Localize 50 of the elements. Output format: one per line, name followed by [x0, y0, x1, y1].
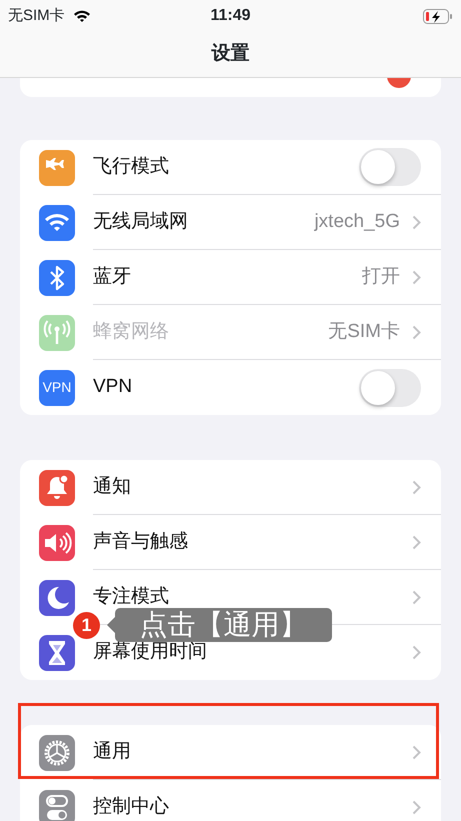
- bell-icon: [39, 470, 75, 506]
- settings-row[interactable]: 飞行模式: [20, 140, 441, 195]
- page-title: 设置: [212, 42, 250, 66]
- chevron-icon: [412, 480, 421, 494]
- chevron-icon: [412, 270, 421, 284]
- toggle-switch[interactable]: [359, 368, 421, 406]
- bluetooth-icon: [39, 260, 75, 296]
- airplane-icon: [39, 150, 75, 186]
- carrier-label: 无SIM卡: [8, 6, 65, 26]
- row-label: 屏幕使用时间: [93, 640, 207, 664]
- row-label: VPN: [93, 375, 132, 400]
- wifi-icon: [39, 204, 75, 240]
- row-label: 飞行模式: [93, 154, 169, 179]
- settings-row[interactable]: 通知: [20, 460, 441, 515]
- hint-tooltip: 点击【通用】: [115, 608, 332, 642]
- antenna-icon: [39, 314, 75, 350]
- chevron-icon: [412, 744, 421, 760]
- chevron-icon: [412, 800, 421, 815]
- tooltip-pointer: [107, 617, 115, 633]
- chevron-icon: [412, 214, 421, 230]
- chevron-icon: [412, 645, 421, 660]
- row-value: 无SIM卡: [328, 320, 400, 344]
- row-label: 声音与触感: [93, 530, 188, 554]
- status-time: 11:49: [210, 6, 251, 26]
- settings-row[interactable]: VPN VPN: [20, 360, 441, 415]
- chevron-icon: [412, 590, 421, 604]
- row-label: 通用: [93, 740, 131, 764]
- speaker-icon: [39, 524, 75, 560]
- row-label: 蜂窝网络: [93, 320, 169, 344]
- vpn-icon: VPN: [39, 370, 75, 406]
- row-label: 通知: [93, 474, 131, 499]
- chevron-icon: [412, 534, 421, 550]
- gear-icon: [39, 734, 75, 770]
- settings-row[interactable]: 无线局域网 jxtech_5G: [20, 195, 441, 250]
- settings-row[interactable]: 声音与触感: [20, 515, 441, 570]
- row-label: 专注模式: [93, 584, 169, 609]
- battery-icon: [423, 8, 453, 24]
- toggle-switch[interactable]: [359, 148, 421, 186]
- moon-icon: [39, 580, 75, 616]
- row-label: 蓝牙: [93, 264, 131, 289]
- settings-row[interactable]: 通用: [20, 725, 441, 780]
- chevron-icon: [412, 324, 421, 340]
- row-label: 无线局域网: [93, 210, 188, 234]
- hourglass-icon: [39, 634, 75, 670]
- row-value: 打开: [362, 264, 400, 289]
- settings-row[interactable]: 控制中心: [20, 780, 441, 821]
- row-value: jxtech_5G: [314, 210, 400, 234]
- row-label: 控制中心: [93, 795, 169, 820]
- settings-row[interactable]: 蓝牙 打开: [20, 250, 441, 305]
- wifi-icon: [72, 9, 91, 23]
